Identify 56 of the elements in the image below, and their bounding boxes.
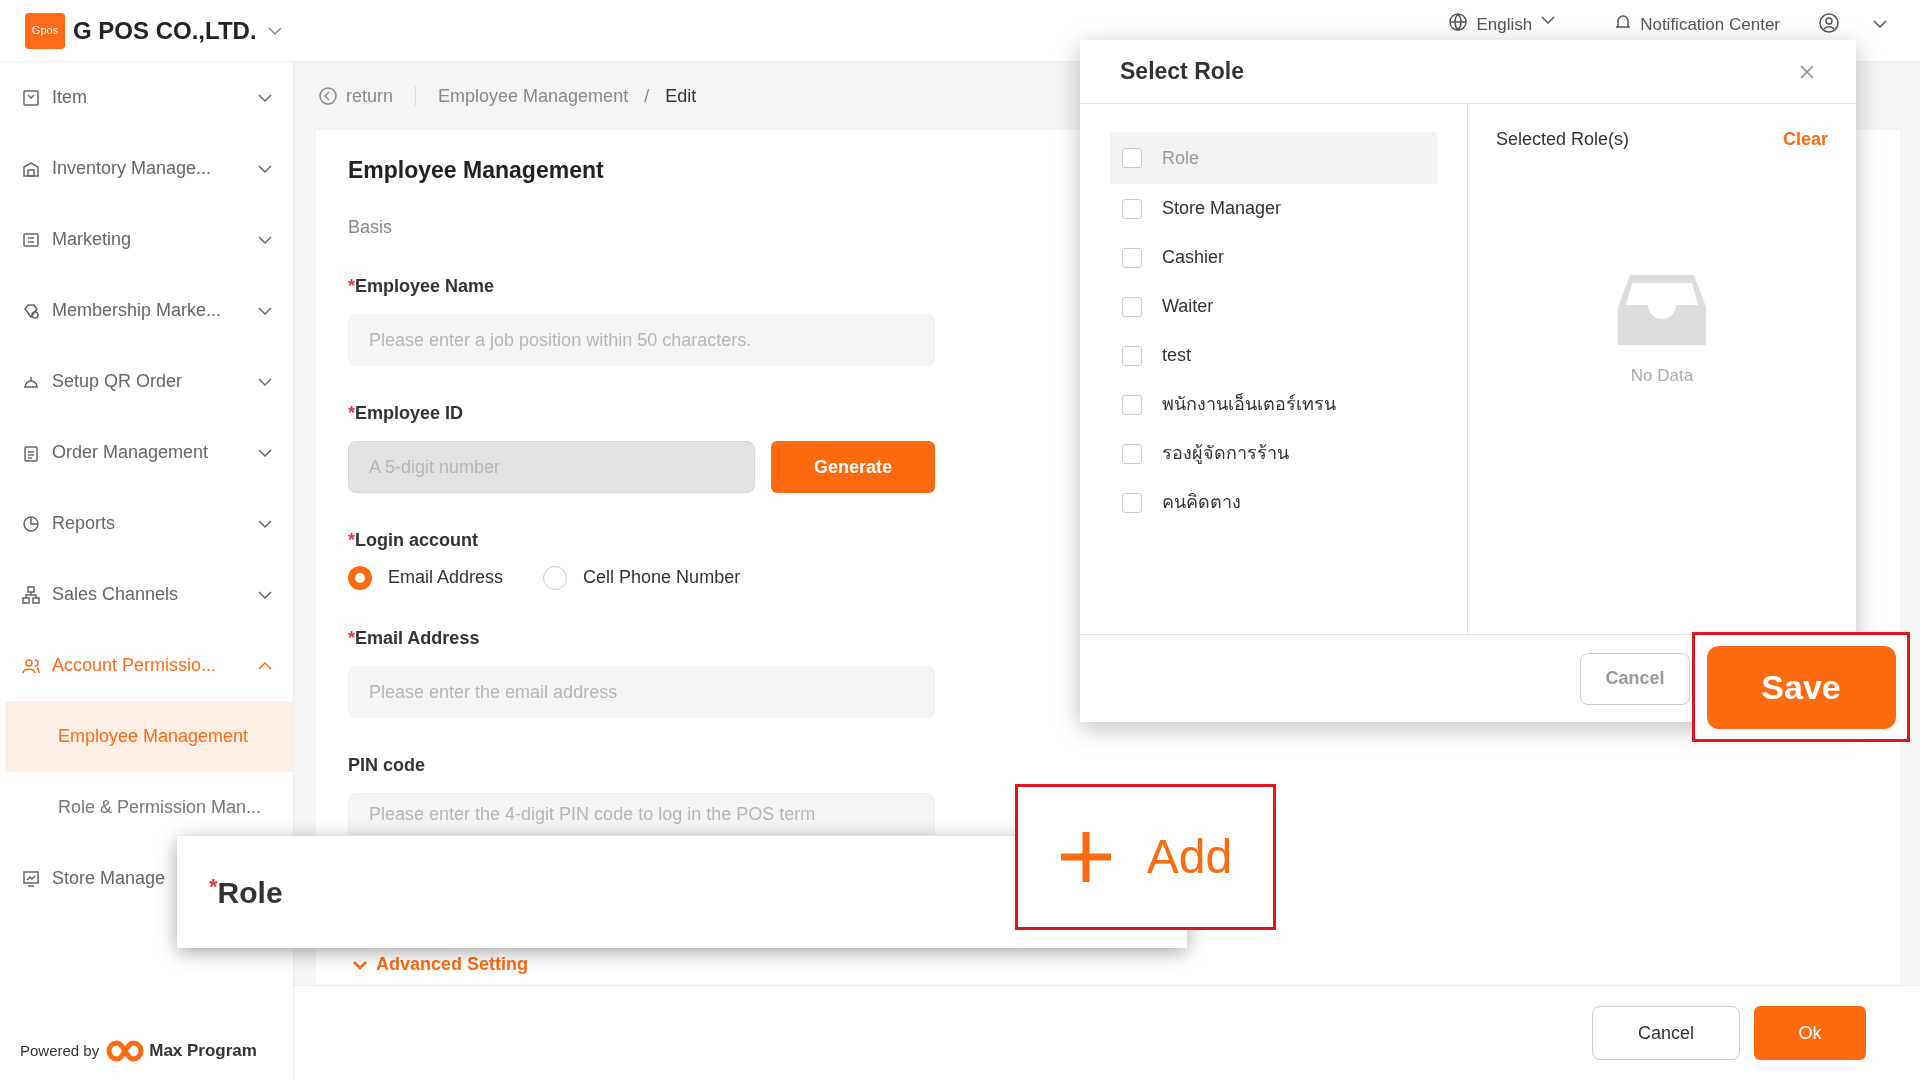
pie-chart-icon bbox=[22, 514, 40, 533]
sidebar-item[interactable]: Marketing bbox=[0, 204, 293, 275]
role-option[interactable]: Waiter bbox=[1110, 282, 1437, 331]
page-title: Employee Management bbox=[348, 156, 604, 185]
radio-option[interactable]: Cell Phone Number bbox=[543, 564, 741, 591]
brand-name: Max Program bbox=[149, 1040, 257, 1063]
globe-icon bbox=[1448, 12, 1469, 32]
ticket-icon bbox=[22, 230, 40, 249]
sidebar-item[interactable]: Order Management bbox=[0, 417, 293, 488]
role-option[interactable]: รองผู้จัดการร้าน bbox=[1110, 429, 1437, 478]
role-field-label: *Role bbox=[209, 872, 283, 911]
breadcrumb-separator: / bbox=[644, 84, 650, 108]
logo: Gpos bbox=[25, 12, 65, 49]
network-icon bbox=[22, 585, 40, 604]
role-option[interactable]: พนักงานเอ็นเตอร์เทรน bbox=[1110, 380, 1437, 429]
sidebar-subitem[interactable]: Role & Permission Man... bbox=[5, 772, 293, 843]
close-icon[interactable] bbox=[1798, 62, 1816, 81]
sidebar-item[interactable]: Item bbox=[0, 62, 293, 133]
field-label: *Employee ID bbox=[348, 402, 464, 425]
role-option[interactable]: คนคิดตาง bbox=[1110, 478, 1437, 527]
plus-icon bbox=[1058, 830, 1113, 884]
sidebar-item[interactable]: Store Manage bbox=[0, 843, 166, 914]
sidebar-item[interactable]: Sales Channels bbox=[0, 559, 293, 630]
clipboard-icon bbox=[22, 443, 40, 462]
modal-title: Select Role bbox=[1120, 57, 1244, 87]
infinity-logo-icon bbox=[105, 1038, 146, 1064]
selected-roles-title: Selected Role(s) bbox=[1496, 128, 1630, 151]
empty-tray-icon bbox=[1618, 273, 1706, 345]
cancel-button[interactable]: Cancel bbox=[1592, 1006, 1740, 1060]
empty-state-text: No Data bbox=[1630, 365, 1694, 387]
field-label: *Email Address bbox=[348, 627, 480, 650]
role-option[interactable]: Cashier bbox=[1110, 233, 1437, 282]
sidebar-item[interactable]: Setup QR Order bbox=[0, 346, 293, 417]
field-label: PIN code bbox=[348, 754, 426, 777]
role-option[interactable]: test bbox=[1110, 331, 1437, 380]
field-label: *Login account bbox=[348, 529, 478, 552]
sidebar-item[interactable]: Reports bbox=[0, 488, 293, 559]
sidebar-item[interactable]: Inventory Manage... bbox=[0, 133, 293, 204]
section-title: Basis bbox=[348, 216, 392, 239]
role-option[interactable]: Store Manager bbox=[1110, 184, 1437, 233]
powered-by-text: Powered by bbox=[20, 1040, 100, 1061]
users-icon bbox=[22, 656, 40, 675]
breadcrumb-current: Edit bbox=[665, 84, 697, 108]
field-label: *Employee Name bbox=[348, 275, 495, 298]
sidebar-item[interactable]: Membership Marke... bbox=[0, 275, 293, 346]
breadcrumb-link[interactable]: Employee Management bbox=[438, 82, 629, 110]
building-icon bbox=[22, 159, 40, 178]
return-link[interactable]: return bbox=[318, 82, 394, 110]
diamond-icon bbox=[22, 301, 40, 320]
radio-option[interactable]: Email Address bbox=[348, 564, 504, 591]
box-icon bbox=[22, 88, 40, 107]
language-selector[interactable]: English bbox=[1476, 12, 1533, 38]
company-name: G POS CO.,LTD. bbox=[73, 15, 257, 46]
notification-center-link[interactable]: Notification Center bbox=[1640, 12, 1780, 38]
monitor-icon bbox=[22, 869, 40, 888]
user-icon[interactable] bbox=[1818, 12, 1840, 34]
